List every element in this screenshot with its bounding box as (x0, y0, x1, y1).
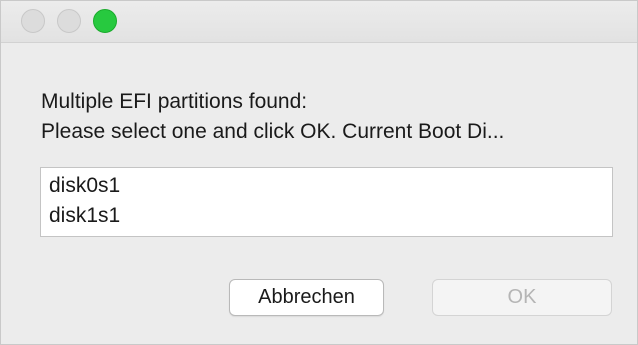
title-bar (1, 1, 637, 43)
message-line-1: Multiple EFI partitions found: (41, 90, 308, 113)
partition-list[interactable]: disk0s1 disk1s1 (40, 167, 613, 237)
dialog-window: Multiple EFI partitions found: Please se… (0, 0, 638, 345)
zoom-window-button[interactable] (93, 9, 117, 33)
ok-button[interactable]: OK (432, 279, 612, 316)
cancel-button[interactable]: Abbrechen (229, 279, 384, 316)
message-line-2: Please select one and click OK. Current … (41, 120, 505, 143)
dialog-message: Multiple EFI partitions found: Please se… (41, 87, 504, 147)
close-window-button[interactable] (21, 9, 45, 33)
list-item[interactable]: disk1s1 (49, 202, 120, 230)
minimize-window-button[interactable] (57, 9, 81, 33)
list-item[interactable]: disk0s1 (49, 172, 120, 200)
